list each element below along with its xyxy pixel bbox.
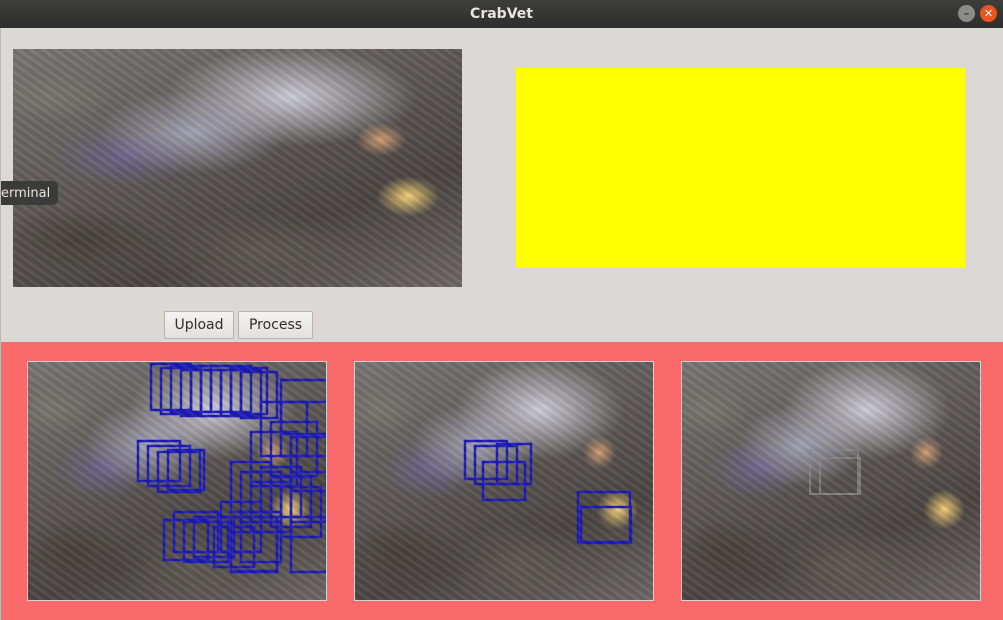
detection-box <box>279 400 326 458</box>
detection-box <box>269 475 313 529</box>
detection-box <box>166 448 206 492</box>
detection-box <box>212 525 256 569</box>
detection-box <box>576 490 632 544</box>
result-image-2 <box>354 361 654 601</box>
window-title: CrabVet <box>470 6 533 22</box>
detection-box <box>209 364 253 414</box>
detection-box <box>239 470 283 524</box>
detection-box <box>159 366 203 416</box>
detection-box <box>289 515 326 574</box>
detection-box <box>229 530 279 574</box>
close-icon[interactable]: ✕ <box>980 5 997 22</box>
detection-box <box>229 366 269 416</box>
result-image-1 <box>27 361 327 601</box>
window-titlebar: CrabVet – ✕ <box>0 0 1003 28</box>
uploaded-image <box>13 49 462 287</box>
detection-box <box>259 465 303 519</box>
detection-box <box>146 444 192 488</box>
detection-box <box>289 435 326 493</box>
tooltip-label: erminal <box>1 185 51 201</box>
detection-box <box>229 515 279 573</box>
detection-box <box>473 444 519 486</box>
detection-overlay-3 <box>809 449 861 495</box>
process-button[interactable]: Process <box>238 311 313 339</box>
detection-box <box>136 439 182 483</box>
detection-box <box>289 470 326 524</box>
detection-box <box>192 515 236 559</box>
result-image-3 <box>681 361 981 601</box>
detection-box <box>279 485 323 539</box>
detection-box <box>219 368 263 418</box>
detection-box <box>239 370 279 420</box>
detection-box <box>182 520 230 564</box>
detection-overlay-1 <box>136 362 326 574</box>
detection-box <box>809 449 859 495</box>
app-content: erminal Upload Process <box>0 28 1003 620</box>
detection-box <box>579 505 633 545</box>
terminal-tooltip: erminal <box>1 181 59 205</box>
detection-box <box>219 500 263 554</box>
detection-box <box>169 364 213 414</box>
detection-overlay-2 <box>463 439 633 545</box>
detection-box <box>259 400 309 458</box>
detection-box <box>172 510 220 554</box>
detection-box <box>279 378 326 436</box>
detection-box <box>269 420 319 478</box>
detection-box <box>249 480 293 534</box>
detection-box <box>249 430 299 488</box>
detection-box <box>463 439 509 481</box>
detection-box <box>819 457 861 495</box>
detection-box <box>156 450 202 494</box>
detection-box <box>481 460 527 502</box>
detection-box <box>229 460 273 514</box>
output-placeholder-panel <box>516 68 965 268</box>
detection-box <box>199 368 243 418</box>
upload-button[interactable]: Upload <box>164 311 234 339</box>
detection-box <box>162 518 210 562</box>
minimize-icon[interactable]: – <box>958 5 975 22</box>
detection-box <box>179 368 223 418</box>
detection-box <box>239 510 283 564</box>
detection-box <box>189 364 233 414</box>
detection-box <box>495 442 533 486</box>
detection-box <box>149 362 193 412</box>
results-panel <box>1 342 1003 620</box>
